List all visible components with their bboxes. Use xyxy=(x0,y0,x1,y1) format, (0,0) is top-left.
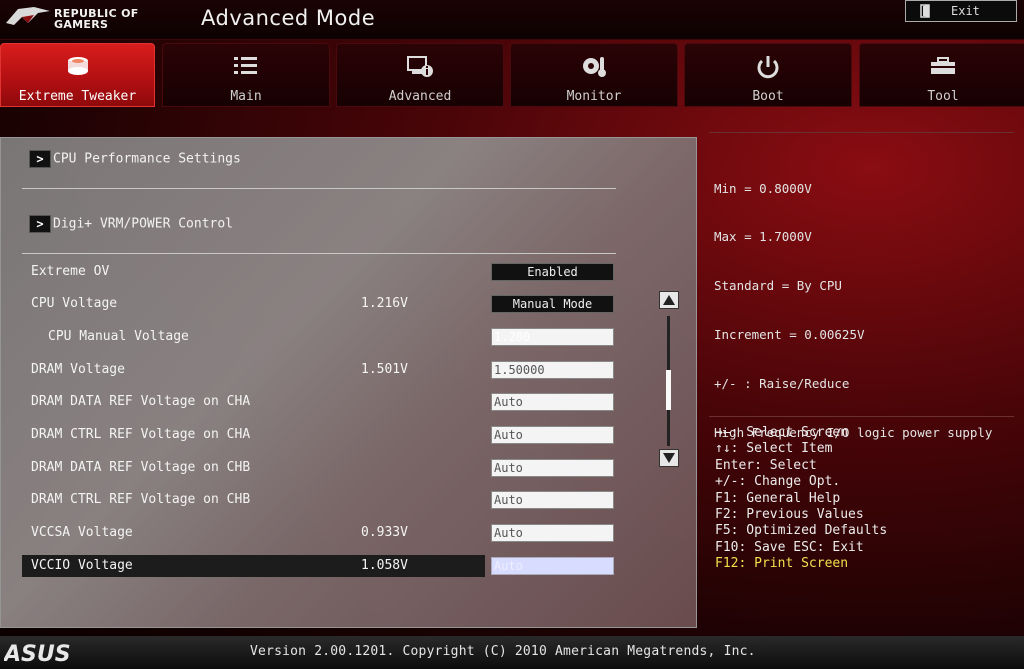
scroll-up-button[interactable] xyxy=(659,291,679,309)
help-line: Increment = 0.00625V xyxy=(714,327,865,343)
tab-label: Extreme Tweaker xyxy=(18,89,137,104)
setting-value-field[interactable]: Auto xyxy=(491,557,614,575)
key-line-print-screen: F12: Print Screen xyxy=(715,556,849,572)
help-line: Min = 0.8000V xyxy=(714,180,812,196)
setting-name: VCCSA Voltage xyxy=(31,525,133,540)
list-icon xyxy=(234,57,257,74)
divider xyxy=(22,188,616,189)
tab-label: Boot xyxy=(752,89,784,104)
setting-name: DRAM Voltage xyxy=(31,362,125,377)
info-monitor-icon xyxy=(407,56,433,77)
setting-name: VCCIO Voltage xyxy=(31,558,133,573)
setting-row-vccio-voltage[interactable]: VCCIO Voltage 1.058V Auto xyxy=(22,555,616,577)
help-line: Standard = By CPU xyxy=(714,278,842,294)
tab-main[interactable]: Main xyxy=(162,43,330,107)
setting-current-value: 1.058V xyxy=(361,558,408,573)
setting-current-value: 0.933V xyxy=(361,525,408,540)
footer-bar: ASUS Version 2.00.1201. Copyright (C) 20… xyxy=(0,636,1024,669)
key-line: F2: Previous Values xyxy=(715,507,864,523)
setting-name: DRAM CTRL REF Voltage on CHA xyxy=(31,427,251,442)
tab-tool[interactable]: Tool xyxy=(859,43,1024,107)
setting-row-dram-voltage[interactable]: DRAM Voltage 1.501V 1.50000 xyxy=(22,359,616,381)
setting-name: DRAM CTRL REF Voltage on CHB xyxy=(31,492,251,507)
setting-value-field[interactable]: Manual Mode xyxy=(491,295,614,313)
setting-value-field[interactable]: Auto xyxy=(491,393,614,411)
key-line: F10: Save ESC: Exit xyxy=(715,539,864,555)
submenu-label: Digi+ VRM/POWER Control xyxy=(53,216,234,232)
tab-boot[interactable]: Boot xyxy=(684,43,852,107)
svg-text:ASUS: ASUS xyxy=(4,642,71,664)
setting-current-value: 1.501V xyxy=(361,362,408,377)
setting-value-field[interactable]: Enabled xyxy=(491,263,614,281)
setting-value-field[interactable]: Auto xyxy=(491,459,614,477)
triangle-down-icon xyxy=(663,453,675,463)
help-divider-mid xyxy=(709,416,1014,417)
rog-eye-icon xyxy=(6,7,50,25)
setting-value-field[interactable]: Auto xyxy=(491,524,614,542)
setting-row-dram-ctrl-ref-chb[interactable]: DRAM CTRL REF Voltage on CHB Auto xyxy=(22,489,616,511)
divider xyxy=(22,253,616,254)
tab-advanced[interactable]: Advanced xyxy=(336,43,504,107)
help-divider-top xyxy=(709,132,1014,133)
thermometer-fan-icon xyxy=(583,57,606,77)
key-line: F5: Optimized Defaults xyxy=(715,523,888,539)
tab-label: Main xyxy=(230,89,262,104)
setting-name: DRAM DATA REF Voltage on CHA xyxy=(31,394,251,409)
triangle-up-icon xyxy=(663,295,675,305)
setting-name: Extreme OV xyxy=(31,264,110,279)
version-text: Version 2.00.1201. Copyright (C) 2010 Am… xyxy=(250,644,756,659)
scroll-down-button[interactable] xyxy=(659,449,679,467)
submenu-label: CPU Performance Settings xyxy=(53,151,241,167)
exit-door-icon xyxy=(920,4,930,18)
brand-line-2: GAMERS xyxy=(54,18,109,31)
chevron-right-icon: > xyxy=(29,150,51,168)
setting-name: DRAM DATA REF Voltage on CHB xyxy=(31,460,251,475)
tab-label: Advanced xyxy=(388,89,452,104)
tab-monitor[interactable]: Monitor xyxy=(510,43,678,107)
key-line: →←: Select Screen xyxy=(715,425,849,440)
setting-row-cpu-manual-voltage[interactable]: CPU Manual Voltage 1.200 xyxy=(22,326,616,348)
setting-row-vccsa-voltage[interactable]: VCCSA Voltage 0.933V Auto xyxy=(22,522,616,544)
exit-label: Exit xyxy=(951,4,980,18)
setting-name: CPU Voltage xyxy=(31,296,118,311)
setting-value-field[interactable]: 1.200 xyxy=(491,328,614,346)
key-line: ↑↓: Select Item xyxy=(715,441,833,457)
scrollbar-thumb[interactable] xyxy=(666,370,671,410)
setting-name: CPU Manual Voltage xyxy=(48,329,189,344)
help-description: Min = 0.8000V Max = 1.7000V Standard = B… xyxy=(714,148,1020,458)
help-line: +/- : Raise/Reduce xyxy=(714,376,850,392)
main-tabs: Extreme Tweaker Main Advanced Monitor Bo… xyxy=(0,43,1024,109)
chevron-right-icon: > xyxy=(29,215,51,233)
setting-row-dram-data-ref-cha[interactable]: DRAM DATA REF Voltage on CHA Auto xyxy=(22,391,616,413)
tab-label: Monitor xyxy=(566,89,622,104)
submenu-digi-vrm[interactable]: > Digi+ VRM/POWER Control xyxy=(29,215,233,235)
toolbox-icon xyxy=(931,57,955,74)
power-icon xyxy=(757,56,779,79)
page-title: Advanced Mode xyxy=(201,6,376,30)
setting-value-field[interactable]: 1.50000 xyxy=(491,361,614,379)
key-line: Enter: Select xyxy=(715,457,817,473)
exit-button[interactable]: Exit xyxy=(905,0,1017,22)
submenu-cpu-performance[interactable]: > CPU Performance Settings xyxy=(29,150,241,170)
setting-row-dram-ctrl-ref-cha[interactable]: DRAM CTRL REF Voltage on CHA Auto xyxy=(22,424,616,446)
setting-value-field[interactable]: Auto xyxy=(491,491,614,509)
setting-current-value: 1.216V xyxy=(361,296,408,311)
setting-row-extreme-ov[interactable]: Extreme OV Enabled xyxy=(22,261,616,283)
asus-logo: ASUS xyxy=(4,642,71,664)
tab-extreme-tweaker[interactable]: Extreme Tweaker xyxy=(0,43,155,107)
rog-logo: REPUBLIC OF GAMERS xyxy=(4,3,164,35)
key-legend: →←: Select Screen ↑↓: Select Item Enter:… xyxy=(715,425,1015,573)
key-line: +/-: Change Opt. xyxy=(715,474,841,490)
setting-value-field[interactable]: Auto xyxy=(491,426,614,444)
setting-row-cpu-voltage[interactable]: CPU Voltage 1.216V Manual Mode xyxy=(22,293,616,315)
key-line: F1: General Help xyxy=(715,490,841,506)
tab-label: Tool xyxy=(927,89,959,104)
top-bar: REPUBLIC OF GAMERS Advanced Mode Exit xyxy=(0,0,1024,40)
setting-row-dram-data-ref-chb[interactable]: DRAM DATA REF Voltage on CHB Auto xyxy=(22,457,616,479)
cpu-chip-icon xyxy=(67,57,88,75)
help-line: Max = 1.7000V xyxy=(714,229,812,245)
